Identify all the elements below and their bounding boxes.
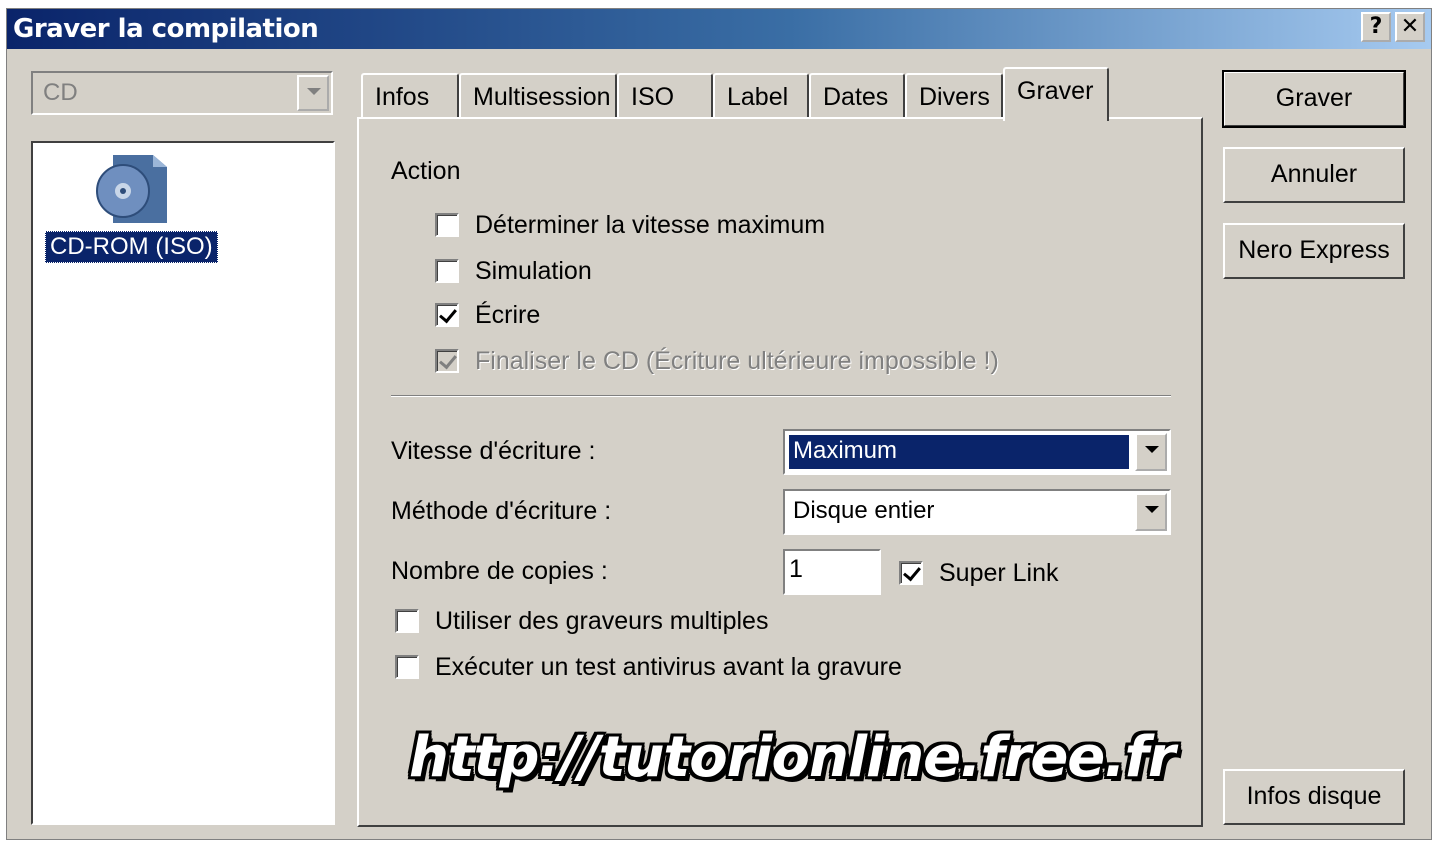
tab-dates[interactable]: Dates: [809, 73, 905, 119]
disc-info-button[interactable]: Infos disque: [1223, 769, 1405, 825]
multiple-burners-checkbox[interactable]: [395, 609, 419, 633]
list-item-cd-rom-iso[interactable]: CD-ROM (ISO): [45, 231, 218, 263]
simulation-label[interactable]: Simulation: [475, 257, 592, 286]
burn-tab-panel: Action Déterminer la vitesse maximum Sim…: [357, 117, 1203, 827]
super-link-checkbox[interactable]: [899, 561, 923, 585]
burn-button[interactable]: Graver: [1222, 70, 1406, 128]
antivirus-label[interactable]: Exécuter un test antivirus avant la grav…: [435, 653, 902, 682]
copies-label: Nombre de copies :: [391, 557, 608, 585]
tab-label[interactable]: Label: [713, 73, 809, 119]
action-heading: Action: [391, 157, 461, 185]
finalize-cd-checkbox: [435, 349, 459, 373]
simulation-checkbox[interactable]: [435, 259, 459, 283]
chevron-down-icon[interactable]: [1135, 493, 1167, 531]
super-link-label[interactable]: Super Link: [939, 559, 1059, 588]
media-type-value: CD: [43, 79, 78, 106]
tab-multisession[interactable]: Multisession: [459, 73, 617, 119]
write-method-label: Méthode d'écriture :: [391, 497, 612, 525]
help-button[interactable]: ?: [1361, 12, 1391, 42]
media-type-select[interactable]: CD: [31, 71, 333, 115]
watermark-url: http://tutorionline.free.fr: [409, 725, 1176, 790]
antivirus-checkbox[interactable]: [395, 655, 419, 679]
write-method-select[interactable]: Disque entier: [783, 489, 1171, 535]
copies-input[interactable]: 1: [783, 549, 881, 595]
tab-iso[interactable]: ISO: [617, 73, 713, 119]
tab-infos[interactable]: Infos: [361, 73, 459, 119]
multiple-burners-label[interactable]: Utiliser des graveurs multiples: [435, 607, 768, 636]
tab-graver[interactable]: Graver: [1003, 67, 1109, 121]
finalize-cd-label: Finaliser le CD (Écriture ultérieure imp…: [475, 347, 999, 375]
section-divider: [391, 395, 1171, 397]
chevron-down-icon[interactable]: [297, 75, 329, 111]
title-bar[interactable]: Graver la compilation ? ✕: [7, 9, 1431, 49]
burn-compilation-dialog: Graver la compilation ? ✕ CD CD-ROM (ISO…: [6, 8, 1432, 840]
determine-max-speed-checkbox[interactable]: [435, 213, 459, 237]
chevron-down-icon[interactable]: [1135, 433, 1167, 471]
determine-max-speed-label[interactable]: Déterminer la vitesse maximum: [475, 211, 825, 240]
tab-divers[interactable]: Divers: [905, 73, 1003, 119]
write-speed-select[interactable]: Maximum: [783, 429, 1171, 475]
write-method-value: Disque entier: [793, 497, 935, 524]
close-button[interactable]: ✕: [1395, 12, 1425, 42]
nero-express-button[interactable]: Nero Express: [1223, 223, 1405, 279]
write-speed-label: Vitesse d'écriture :: [391, 437, 596, 465]
cancel-button[interactable]: Annuler: [1223, 147, 1405, 203]
copies-value: 1: [789, 555, 803, 583]
window-title: Graver la compilation: [13, 14, 319, 44]
write-speed-value: Maximum: [789, 435, 1129, 469]
write-checkbox[interactable]: [435, 303, 459, 327]
cd-rom-iso-icon[interactable]: [93, 149, 173, 229]
compilation-type-list[interactable]: CD-ROM (ISO): [31, 141, 335, 825]
write-label[interactable]: Écrire: [475, 301, 540, 330]
